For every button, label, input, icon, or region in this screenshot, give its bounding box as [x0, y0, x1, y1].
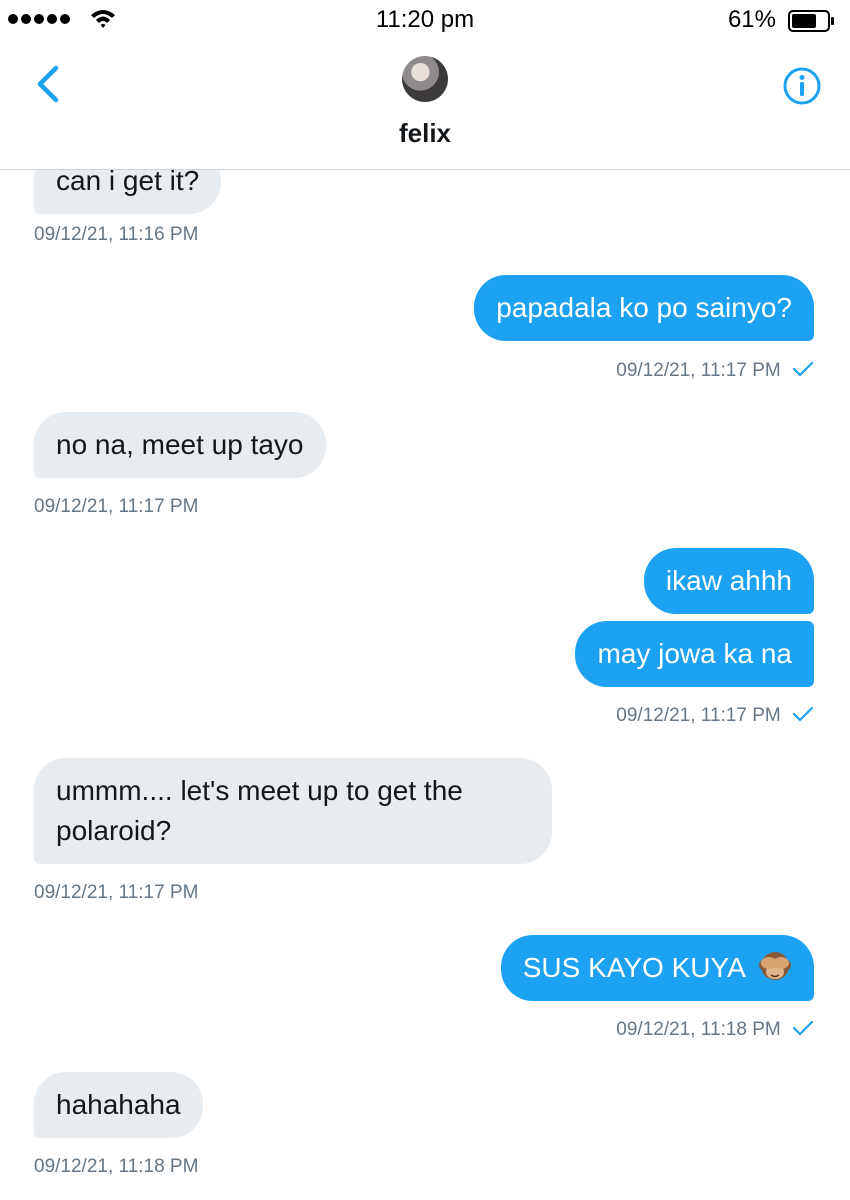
- message-timestamp: 09/12/21, 11:17 PM: [34, 496, 199, 517]
- check-icon: [792, 706, 814, 722]
- message-timestamp: 09/12/21, 11:17 PM: [616, 360, 781, 381]
- outgoing-message-bubble[interactable]: ikaw ahhh: [643, 548, 814, 614]
- message-timestamp-row: 09/12/21, 11:17 PM: [616, 705, 814, 727]
- status-time: 11:20 pm: [375, 6, 475, 33]
- message-text: papadala ko po sainyo?: [496, 292, 792, 323]
- avatar[interactable]: [402, 56, 448, 102]
- message-timestamp: 09/12/21, 11:16 PM: [34, 224, 199, 245]
- message-timestamp: 09/12/21, 11:18 PM: [34, 1156, 199, 1177]
- message-text: SUS KAYO KUYA: [522, 952, 745, 983]
- message-timestamp-row: 09/12/21, 11:17 PM: [616, 360, 814, 382]
- see-no-evil-monkey-icon: [759, 952, 791, 980]
- check-icon: [792, 361, 814, 377]
- message-timestamp: 09/12/21, 11:18 PM: [616, 1019, 781, 1040]
- status-bar: 11:20 pm 61%: [0, 0, 850, 40]
- message-text: can i get it?: [56, 170, 200, 196]
- message-text-line: ummm.... let's meet up to get the: [56, 775, 463, 806]
- message-text-line: polaroid?: [56, 815, 172, 846]
- contact-name[interactable]: felix: [0, 118, 850, 149]
- message-text: no na, meet up tayo: [56, 429, 304, 460]
- outgoing-message-bubble[interactable]: may jowa ka na: [575, 621, 814, 687]
- back-chevron-icon[interactable]: [30, 62, 70, 106]
- incoming-message-bubble[interactable]: no na, meet up tayo: [34, 412, 326, 478]
- outgoing-message-bubble[interactable]: SUS KAYO KUYA: [500, 935, 814, 1001]
- message-text: may jowa ka na: [597, 638, 792, 669]
- incoming-message-bubble[interactable]: hahahaha: [34, 1072, 203, 1138]
- message-timestamp: 09/12/21, 11:17 PM: [616, 705, 781, 726]
- message-text: hahahaha: [56, 1089, 181, 1120]
- outgoing-message-bubble[interactable]: papadala ko po sainyo?: [474, 275, 814, 341]
- message-timestamp: 09/12/21, 11:17 PM: [34, 882, 199, 903]
- battery-percentage: 61%: [727, 6, 776, 33]
- check-icon: [792, 1020, 814, 1036]
- info-icon[interactable]: [782, 66, 822, 106]
- incoming-message-bubble[interactable]: ummm.... let's meet up to get the polaro…: [34, 758, 552, 864]
- message-timestamp-row: 09/12/21, 11:18 PM: [616, 1019, 814, 1041]
- message-list[interactable]: can i get it? 09/12/21, 11:16 PM papadal…: [0, 170, 850, 1200]
- conversation-header: felix: [0, 40, 850, 170]
- battery-icon: [788, 10, 834, 32]
- message-text: ikaw ahhh: [665, 565, 792, 596]
- incoming-message-bubble[interactable]: can i get it?: [34, 170, 222, 214]
